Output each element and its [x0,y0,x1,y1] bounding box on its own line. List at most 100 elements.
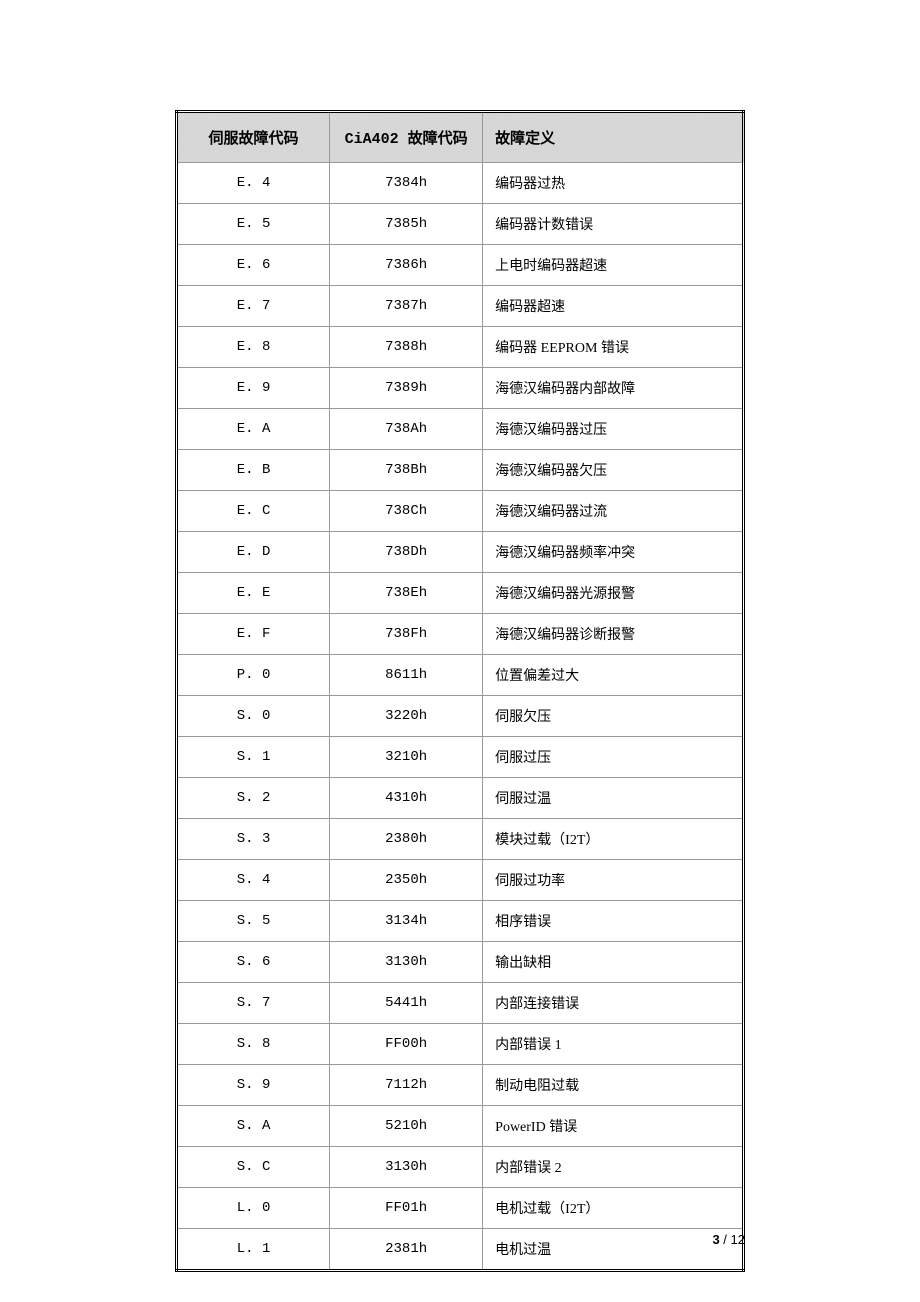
page-footer: 3 / 12 [712,1232,745,1247]
table-row: E. E738Eh海德汉编码器光源报警 [177,573,744,614]
fault-code-table: 伺服故障代码 CiA402 故障代码 故障定义 E. 47384h编码器过热E.… [175,110,745,1272]
cell-servo-code: S. A [177,1106,330,1147]
table-row: E. F738Fh海德汉编码器诊断报警 [177,614,744,655]
page-container: 伺服故障代码 CiA402 故障代码 故障定义 E. 47384h编码器过热E.… [0,0,920,1272]
cell-fault-definition: 海德汉编码器过压 [483,409,744,450]
cell-cia402-code: 2380h [330,819,483,860]
cell-fault-definition: 海德汉编码器频率冲突 [483,532,744,573]
table-row: S. A5210hPowerID 错误 [177,1106,744,1147]
cell-cia402-code: 3134h [330,901,483,942]
table-row: S. 75441h内部连接错误 [177,983,744,1024]
cell-cia402-code: 738Ch [330,491,483,532]
cell-servo-code: E. D [177,532,330,573]
table-row: E. 47384h编码器过热 [177,163,744,204]
cell-cia402-code: 3130h [330,942,483,983]
cell-servo-code: S. 8 [177,1024,330,1065]
table-body: E. 47384h编码器过热E. 57385h编码器计数错误E. 67386h上… [177,163,744,1271]
cell-servo-code: E. 8 [177,327,330,368]
header-cia402-code: CiA402 故障代码 [330,112,483,163]
cell-cia402-code: 7387h [330,286,483,327]
table-row: S. 03220h伺服欠压 [177,696,744,737]
cell-fault-definition: 海德汉编码器光源报警 [483,573,744,614]
cell-fault-definition: 上电时编码器超速 [483,245,744,286]
cell-servo-code: E. B [177,450,330,491]
header-servo-code: 伺服故障代码 [177,112,330,163]
cell-fault-definition: 模块过载（I2T） [483,819,744,860]
cell-fault-definition: 海德汉编码器过流 [483,491,744,532]
cell-servo-code: S. 7 [177,983,330,1024]
cell-fault-definition: 内部连接错误 [483,983,744,1024]
cell-cia402-code: 2350h [330,860,483,901]
cell-cia402-code: 3210h [330,737,483,778]
cell-fault-definition: 电机过温 [483,1229,744,1271]
cell-fault-definition: 海德汉编码器诊断报警 [483,614,744,655]
cell-fault-definition: 编码器计数错误 [483,204,744,245]
cell-fault-definition: 编码器 EEPROM 错误 [483,327,744,368]
cell-servo-code: E. C [177,491,330,532]
table-row: E. C738Ch海德汉编码器过流 [177,491,744,532]
cell-servo-code: E. 4 [177,163,330,204]
cell-fault-definition: 伺服欠压 [483,696,744,737]
table-row: S. 53134h相序错误 [177,901,744,942]
cell-servo-code: E. 5 [177,204,330,245]
cell-servo-code: P. 0 [177,655,330,696]
cell-fault-definition: 海德汉编码器欠压 [483,450,744,491]
cell-servo-code: S. 0 [177,696,330,737]
table-row: E. 77387h编码器超速 [177,286,744,327]
cell-cia402-code: 738Fh [330,614,483,655]
cell-fault-definition: 电机过载（I2T） [483,1188,744,1229]
cell-servo-code: E. 6 [177,245,330,286]
table-row: E. B738Bh海德汉编码器欠压 [177,450,744,491]
cell-servo-code: E. A [177,409,330,450]
cell-cia402-code: 738Bh [330,450,483,491]
cell-cia402-code: 738Eh [330,573,483,614]
cell-cia402-code: FF00h [330,1024,483,1065]
table-row: S. 13210h伺服过压 [177,737,744,778]
cell-servo-code: S. 1 [177,737,330,778]
header-fault-definition: 故障定义 [483,112,744,163]
table-row: S. 97112h制动电阻过载 [177,1065,744,1106]
cell-servo-code: L. 0 [177,1188,330,1229]
cell-cia402-code: 738Dh [330,532,483,573]
cell-servo-code: S. 2 [177,778,330,819]
cell-servo-code: S. 9 [177,1065,330,1106]
cell-cia402-code: 7386h [330,245,483,286]
cell-servo-code: E. F [177,614,330,655]
cell-cia402-code: 5441h [330,983,483,1024]
cell-servo-code: E. 7 [177,286,330,327]
cell-servo-code: S. C [177,1147,330,1188]
table-row: E. 97389h海德汉编码器内部故障 [177,368,744,409]
table-row: E. D738Dh海德汉编码器频率冲突 [177,532,744,573]
cell-fault-definition: 伺服过温 [483,778,744,819]
cell-fault-definition: 内部错误 2 [483,1147,744,1188]
table-row: E. 87388h编码器 EEPROM 错误 [177,327,744,368]
page-current: 3 [712,1232,719,1247]
cell-cia402-code: 3220h [330,696,483,737]
cell-fault-definition: 相序错误 [483,901,744,942]
table-row: E. A738Ah海德汉编码器过压 [177,409,744,450]
cell-fault-definition: 海德汉编码器内部故障 [483,368,744,409]
cell-fault-definition: 编码器过热 [483,163,744,204]
cell-fault-definition: PowerID 错误 [483,1106,744,1147]
table-row: L. 0FF01h电机过载（I2T） [177,1188,744,1229]
cell-cia402-code: 7384h [330,163,483,204]
cell-servo-code: S. 5 [177,901,330,942]
cell-fault-definition: 输出缺相 [483,942,744,983]
cell-cia402-code: 2381h [330,1229,483,1271]
table-header-row: 伺服故障代码 CiA402 故障代码 故障定义 [177,112,744,163]
cell-fault-definition: 制动电阻过载 [483,1065,744,1106]
table-row: P. 08611h位置偏差过大 [177,655,744,696]
table-row: S. 63130h输出缺相 [177,942,744,983]
cell-fault-definition: 内部错误 1 [483,1024,744,1065]
cell-cia402-code: 3130h [330,1147,483,1188]
cell-fault-definition: 位置偏差过大 [483,655,744,696]
cell-servo-code: L. 1 [177,1229,330,1271]
cell-cia402-code: 7385h [330,204,483,245]
table-row: L. 12381h电机过温 [177,1229,744,1271]
cell-cia402-code: 7112h [330,1065,483,1106]
page-separator: / [720,1232,731,1247]
cell-cia402-code: FF01h [330,1188,483,1229]
cell-cia402-code: 5210h [330,1106,483,1147]
table-row: E. 57385h编码器计数错误 [177,204,744,245]
cell-cia402-code: 7389h [330,368,483,409]
